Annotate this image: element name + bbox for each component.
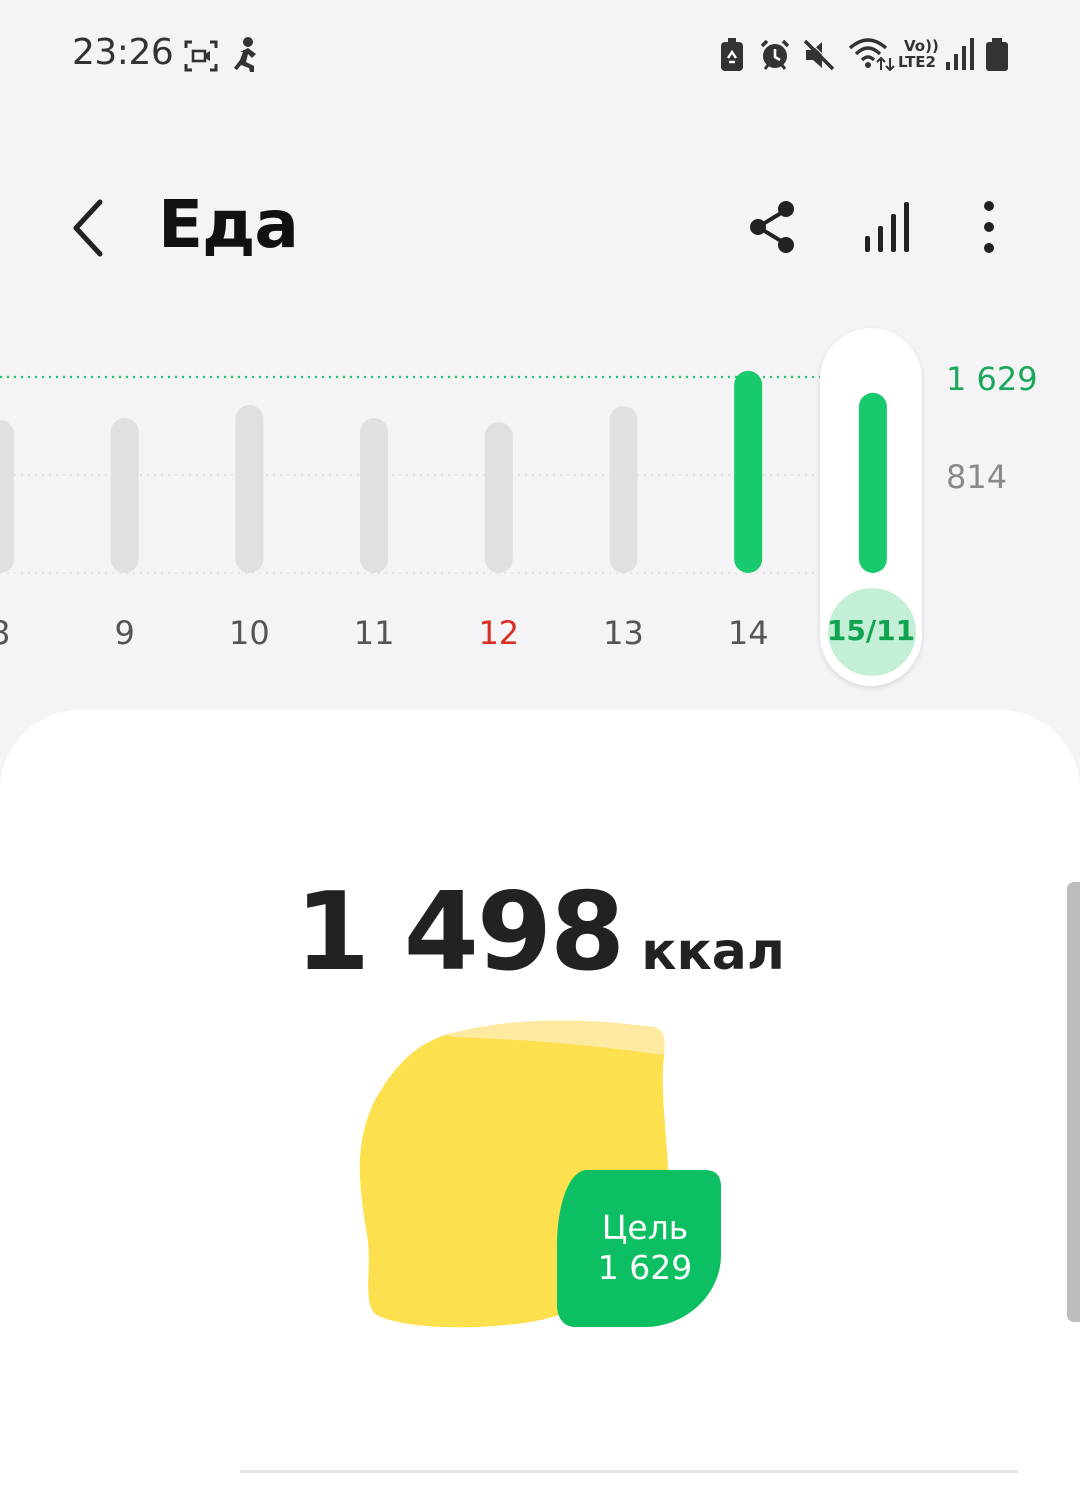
empty-bar-8 <box>0 420 14 573</box>
scroll-handle[interactable] <box>1067 882 1080 1322</box>
calorie-unit: ккал <box>641 922 785 982</box>
goal-label: Цель <box>601 1208 689 1247</box>
empty-bar-12 <box>484 422 513 573</box>
x-tick-label-11[interactable]: 11 <box>324 614 424 652</box>
x-tick-label-12[interactable]: 12 <box>449 614 549 652</box>
bottom-divider <box>240 1470 1018 1473</box>
empty-bar-13 <box>609 406 638 573</box>
x-tick-label-9[interactable]: 9 <box>75 614 175 652</box>
goal-badge: Цель 1 629 <box>560 1208 730 1288</box>
bar-15-11 <box>858 392 887 573</box>
x-tick-label-10[interactable]: 10 <box>199 614 299 652</box>
goal-value: 1 629 <box>597 1248 693 1287</box>
x-tick-label-8[interactable]: 8 <box>0 614 50 652</box>
calorie-total: 1 498 ккал <box>0 870 1080 995</box>
empty-bar-10 <box>235 405 264 573</box>
x-tick-label-14[interactable]: 14 <box>698 614 798 652</box>
mid-axis-label: 814 <box>946 458 1008 496</box>
x-tick-label-13[interactable]: 13 <box>574 614 674 652</box>
bar-14 <box>734 370 763 573</box>
empty-bar-11 <box>360 418 389 573</box>
calorie-chart <box>0 370 887 574</box>
calorie-number: 1 498 <box>295 870 625 995</box>
empty-bar-9 <box>110 418 139 573</box>
goal-axis-label: 1 629 <box>946 360 1038 398</box>
selected-date-label: 15/11 <box>826 614 916 647</box>
